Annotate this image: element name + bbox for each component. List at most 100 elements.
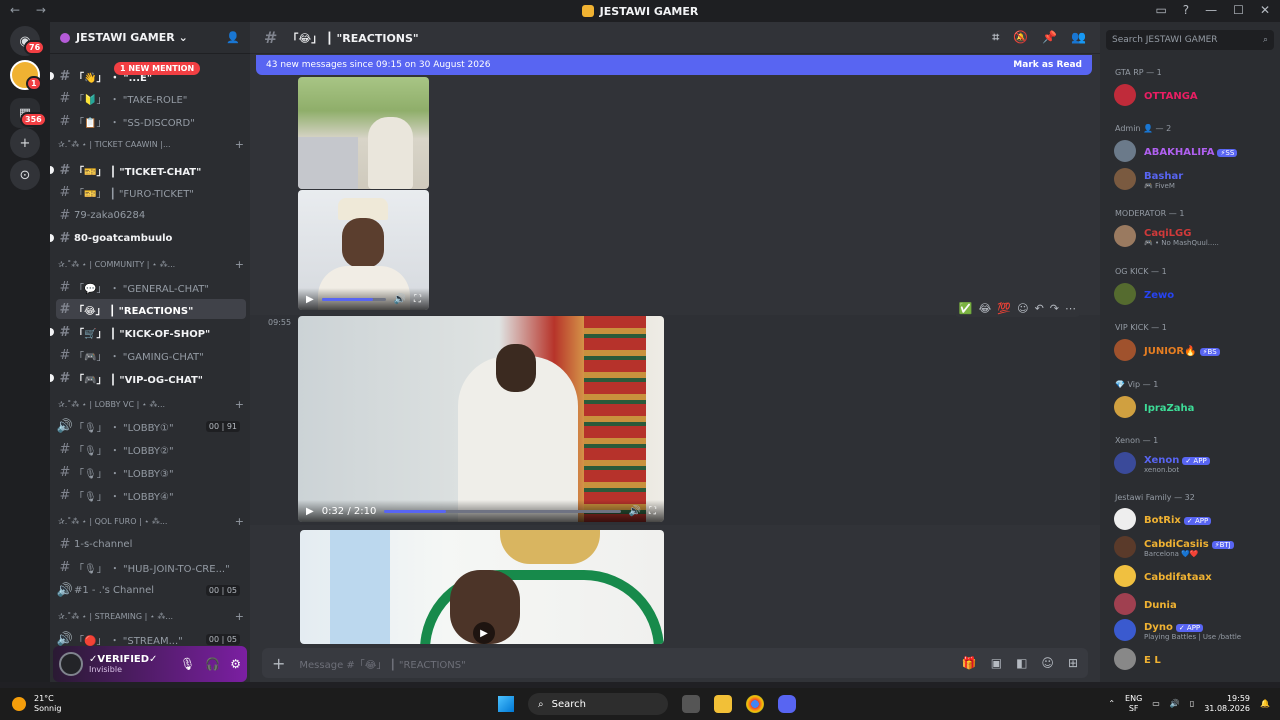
taskbar-search[interactable]: ⌕ Search	[528, 693, 668, 715]
member-item[interactable]: CaqiLGG 🎮 • No MashQuul.....	[1114, 225, 1274, 247]
channel-item[interactable]: # 「🎮」 ・ "GAMING-CHAT"	[56, 345, 246, 365]
add-attachment-icon[interactable]: +	[272, 654, 285, 673]
create-channel-icon[interactable]: +	[235, 515, 244, 528]
gift-icon[interactable]: 🎁	[962, 656, 977, 670]
new-mention-badge[interactable]: 1 NEW MENTION	[114, 62, 201, 75]
avatar[interactable]	[59, 652, 83, 676]
create-channel-icon[interactable]: +	[235, 138, 244, 151]
video-attachment-1[interactable]: ▶ 🔊 ⛶	[298, 190, 429, 310]
pin-icon[interactable]: 📌	[1042, 30, 1057, 45]
category-header[interactable]: ✰.˚⁂ ⋆ | QOL FURO | ⋆ ⁂... +	[58, 515, 244, 528]
notification-icon[interactable]: 🔔	[1260, 699, 1270, 709]
create-channel-icon[interactable]: +	[235, 258, 244, 271]
member-item[interactable]: Zewo	[1114, 283, 1274, 305]
member-item[interactable]: OTTANGA	[1114, 84, 1274, 106]
member-item[interactable]: E L	[1114, 648, 1274, 670]
reaction-flag-icon[interactable]: 💯	[997, 302, 1011, 315]
threads-icon[interactable]: ⌗	[992, 30, 999, 45]
mic-icon[interactable]: 🎙	[180, 657, 195, 671]
category-header[interactable]: ✰.˚⁂ ⋆ | LOBBY VC | ⋆ ⁂... +	[58, 398, 244, 411]
play-icon[interactable]: ▶	[306, 294, 314, 305]
channel-item[interactable]: # 「🎫」 ┃ "FURO-TICKET"	[56, 182, 246, 202]
inbox-icon[interactable]: ▭	[1155, 3, 1166, 17]
invite-people-icon[interactable]: 👤	[226, 31, 240, 44]
close-button[interactable]: ✕	[1260, 3, 1270, 17]
channel-item[interactable]: # 「💬」 ・ "GENERAL-CHAT"	[56, 277, 246, 297]
video-attachment-3[interactable]: ▶	[300, 530, 664, 644]
discord-icon[interactable]	[778, 695, 796, 713]
language-indicator[interactable]: ENG SF	[1125, 694, 1142, 714]
apps-icon[interactable]: ⊞	[1068, 656, 1078, 670]
server-header[interactable]: JESTAWI GAMER ⌄ 👤	[50, 22, 250, 54]
member-item[interactable]: CabdiCasiis ⚡BTJ Barcelona 💙❤️	[1114, 536, 1274, 558]
headphones-icon[interactable]: 🎧	[205, 657, 220, 671]
help-icon[interactable]: ?	[1183, 3, 1189, 17]
clock[interactable]: 19:59 31.08.2026	[1204, 694, 1250, 714]
new-messages-bar[interactable]: 43 new messages since 09:15 on 30 August…	[256, 55, 1092, 75]
members-icon[interactable]: 👥	[1071, 30, 1086, 45]
channel-item[interactable]: #79-zaka06284	[56, 205, 246, 225]
chevron-up-icon[interactable]: ⌃	[1108, 699, 1115, 709]
member-item[interactable]: ABAKHALIFA ⚡SS	[1114, 140, 1274, 162]
task-view-icon[interactable]	[682, 695, 700, 713]
back-forward-nav[interactable]: ← →	[10, 3, 52, 17]
file-explorer-icon[interactable]	[714, 695, 732, 713]
gear-icon[interactable]: ⚙	[230, 657, 241, 671]
channel-item[interactable]: # 「🎮」 ┃ "VIP-OG-CHAT"	[50, 368, 246, 388]
network-icon[interactable]: ▭	[1152, 699, 1160, 709]
member-item[interactable]: Xenon ✓ APP xenon.bot	[1114, 452, 1274, 474]
channel-item[interactable]: # 「🔰」 ・ "TAKE-ROLE"	[56, 88, 246, 108]
play-icon[interactable]: ▶	[306, 506, 314, 517]
volume-icon[interactable]: 🔊	[1170, 699, 1180, 709]
chrome-icon[interactable]	[746, 695, 764, 713]
create-channel-icon[interactable]: +	[235, 610, 244, 623]
volume-bar[interactable]	[321, 297, 386, 301]
channel-item[interactable]: # 「🎙」 ・ "LOBBY③"	[56, 462, 246, 482]
member-item[interactable]: JUNIOR🔥 ⚡BS	[1114, 339, 1274, 361]
reply-icon[interactable]: ↶	[1035, 302, 1044, 315]
message-composer[interactable]: + Message #「😂」 ┃ "REACTIONS" 🎁 ▣ ◧ ☺ ⊞	[262, 648, 1088, 678]
video-progress-bar[interactable]	[384, 509, 621, 513]
start-button[interactable]	[498, 696, 514, 712]
channel-item[interactable]: # 「📋」 ・ "SS-DISCORD"	[56, 111, 246, 131]
channel-item[interactable]: #80-goatcambuulo	[50, 228, 246, 248]
member-item[interactable]: Dyno ✓ APP Playing Battles | Use /battle	[1114, 619, 1274, 641]
member-item[interactable]: Bashar 🎮 FiveM	[1114, 168, 1274, 190]
weather-widget[interactable]: 21°C Sonnig	[12, 694, 61, 714]
sticker-icon[interactable]: ◧	[1016, 656, 1027, 670]
emoji-icon[interactable]: ☺	[1041, 656, 1054, 670]
channel-item[interactable]: 🔊 「🎙」 ・ "LOBBY①" 00 | 91	[56, 416, 246, 436]
category-header[interactable]: ✰.˚⁂ ⋆ | STREAMING | ⋆ ⁂... +	[58, 610, 244, 623]
search-input[interactable]: Search JESTAWI GAMER ⌕	[1106, 30, 1274, 50]
category-header[interactable]: ✰.˚⁂ ⋆ | COMMUNITY | ⋆ ⁂... +	[58, 258, 244, 271]
gif-icon[interactable]: ▣	[991, 656, 1002, 670]
member-item[interactable]: Cabdifataax	[1114, 565, 1274, 587]
channel-item[interactable]: # 「🎙」 ・ "HUB-JOIN-TO-CRE..."	[56, 557, 246, 577]
channel-item[interactable]: # 「🛒」 ┃ "KICK-OF-SHOP"	[50, 322, 246, 342]
member-item[interactable]: Dunia	[1114, 593, 1274, 615]
create-channel-icon[interactable]: +	[235, 398, 244, 411]
member-item[interactable]: BotRix ✓ APP	[1114, 508, 1274, 530]
fullscreen-icon[interactable]: ⛶	[414, 294, 421, 305]
play-icon[interactable]: ▶	[473, 622, 495, 644]
minimize-button[interactable]: —	[1205, 3, 1217, 17]
channel-item[interactable]: 🔊 #1 - .'s Channel 00 | 05	[56, 580, 246, 600]
reaction-laugh-icon[interactable]: 😂	[979, 302, 992, 315]
forward-icon[interactable]: ↷	[1050, 302, 1059, 315]
reaction-check-icon[interactable]: ✅	[959, 302, 973, 315]
member-item[interactable]: IpraZaha	[1114, 396, 1274, 418]
maximize-button[interactable]: ☐	[1233, 3, 1244, 17]
channel-item[interactable]: # 「😂」 ┃ "REACTIONS"	[56, 299, 246, 319]
more-icon[interactable]: ⋯	[1065, 302, 1076, 315]
volume-icon[interactable]: 🔊	[629, 506, 641, 517]
channel-item[interactable]: # 「🎙」 ・ "LOBBY②"	[56, 439, 246, 459]
fullscreen-icon[interactable]: ⛶	[649, 506, 656, 517]
channel-item[interactable]: # 「🎙」 ・ "LOBBY④"	[56, 485, 246, 505]
mark-as-read-button[interactable]: Mark as Read	[1013, 60, 1082, 70]
channel-item[interactable]: # 「🎫」 ┃ "TICKET-CHAT"	[50, 160, 246, 180]
video-attachment-2[interactable]: ▶ 0:32 / 2:10 🔊 ⛶	[298, 316, 664, 522]
add-reaction-icon[interactable]: ☺	[1017, 302, 1028, 315]
image-attachment[interactable]	[298, 77, 429, 189]
mute-icon[interactable]: 🔕	[1013, 30, 1028, 45]
category-header[interactable]: ✰.˚⁂ ⋆ | TICKET CAAWIN |... +	[58, 138, 244, 151]
